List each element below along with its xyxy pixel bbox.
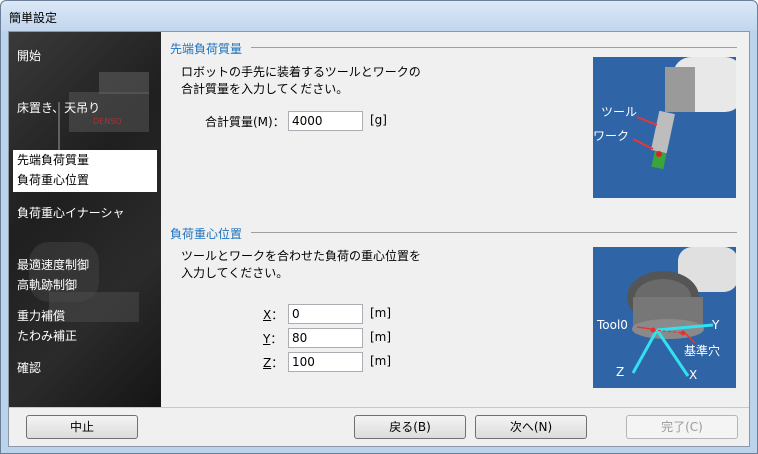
cog-section-title: 負荷重心位置	[170, 227, 243, 241]
cog-description-line2: 入力してください。	[181, 266, 289, 280]
mass-input[interactable]	[288, 111, 363, 131]
preview-y-axis-label: Y	[712, 318, 720, 332]
cog-preview-image: Tool0 Y 基準穴 Z X	[593, 247, 736, 388]
sidebar-item-inertia[interactable]: 負荷重心イナーシャ	[13, 203, 157, 223]
y-unit: [m]	[370, 330, 392, 344]
z-label: Z：	[263, 356, 284, 370]
dialog-client: DENSO 開始 床置き、天吊り 先端負荷質量 負荷重心位置 負荷重心イナーシャ…	[8, 31, 750, 447]
x-input[interactable]	[288, 304, 363, 324]
title-bar[interactable]: 簡単設定	[1, 1, 757, 31]
mass-unit: [g]	[370, 113, 387, 127]
x-label: X：	[263, 308, 284, 322]
preview-reference-hole-label: 基準穴	[684, 344, 721, 358]
preview-work-label: ワーク	[593, 129, 630, 143]
mass-description-line1: ロボットの手先に装着するツールとワークの	[181, 65, 421, 79]
sidebar-item-mounting[interactable]: 床置き、天吊り	[13, 98, 157, 118]
dialog-window: 簡単設定 DENSO 開始 床置き、天吊り 先端負荷質量 負荷重心位置 負荷重心…	[0, 0, 758, 454]
next-button[interactable]: 次へ(N)	[475, 415, 587, 439]
x-unit: [m]	[370, 306, 392, 320]
y-label: Y：	[263, 332, 283, 346]
finish-button[interactable]: 完了(C)	[626, 415, 738, 439]
sidebar-item-gravity[interactable]: 重力補償 たわみ補正	[13, 306, 157, 346]
window-title: 簡単設定	[9, 11, 58, 25]
footer-divider	[9, 407, 749, 408]
wizard-sidebar: DENSO 開始 床置き、天吊り 先端負荷質量 負荷重心位置 負荷重心イナーシャ…	[9, 32, 161, 407]
mass-label: 合計質量(M)：	[205, 115, 285, 129]
sidebar-item-load-mass[interactable]: 先端負荷質量 負荷重心位置	[13, 150, 157, 192]
back-button[interactable]: 戻る(B)	[354, 415, 466, 439]
z-input[interactable]	[288, 352, 363, 372]
tool-mass-preview-image: ツール ワーク	[593, 57, 736, 198]
y-input[interactable]	[288, 328, 363, 348]
sidebar-item-speed-control[interactable]: 最適速度制御 高軌跡制御	[13, 255, 157, 295]
preview-z-axis-label: Z	[616, 365, 625, 379]
mass-description-line2: 合計質量を入力してください。	[181, 82, 349, 96]
svg-text:DENSO: DENSO	[93, 117, 122, 126]
mass-section-divider	[251, 47, 737, 48]
preview-tool0-label: Tool0	[597, 318, 628, 332]
mass-section-title: 先端負荷質量	[170, 42, 243, 56]
z-unit: [m]	[370, 354, 392, 368]
preview-x-axis-label: X	[689, 368, 698, 382]
sidebar-item-confirm[interactable]: 確認	[13, 358, 157, 378]
sidebar-item-start[interactable]: 開始	[13, 46, 157, 66]
preview-tool-label: ツール	[601, 105, 638, 119]
cancel-button[interactable]: 中止	[26, 415, 138, 439]
cog-description-line1: ツールとワークを合わせた負荷の重心位置を	[181, 249, 422, 263]
cog-section-divider	[251, 232, 737, 233]
